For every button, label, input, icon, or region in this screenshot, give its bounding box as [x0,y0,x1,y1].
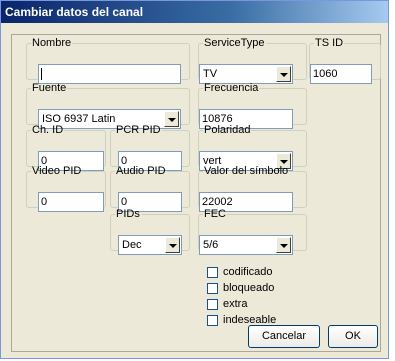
fuente-label: Fuente [32,82,67,94]
pcrpid-label: PCR PID [116,124,161,136]
servicetype-label: ServiceType [204,37,265,49]
pids-label: PIDs [116,208,140,220]
bloqueado-checkbox[interactable]: bloqueado [207,282,274,296]
chid-label: Ch. ID [32,124,64,136]
chevron-down-icon[interactable] [276,66,291,82]
frecuencia-label: Frecuencia [204,82,259,94]
ok-button[interactable]: OK [328,325,378,348]
codificado-checkbox[interactable]: codificado [207,266,273,280]
cancel-button[interactable]: Cancelar [248,325,320,348]
videopid-input[interactable]: 0 [38,192,104,212]
chevron-down-icon[interactable] [165,237,180,253]
title-bar: Cambiar datos del canal [1,1,388,23]
fec-select[interactable]: 5/6 [199,235,293,255]
polaridad-label: Polaridad [204,124,251,136]
checkbox-box[interactable] [207,315,218,326]
checkbox-box[interactable] [207,267,218,278]
valorsimbolo-label: Valor del símbolo [204,165,289,177]
tsid-input[interactable]: 1060 [310,64,372,84]
pids-select[interactable]: Dec [118,235,182,255]
nombre-input[interactable] [38,64,181,84]
extra-checkbox[interactable]: extra [207,298,247,312]
servicetype-select[interactable]: TV [199,64,293,84]
tsid-label: TS ID [315,37,344,49]
nombre-label: Nombre [32,37,72,49]
chevron-down-icon[interactable] [276,237,291,253]
audiopid-label: Audio PID [116,165,166,177]
text-caret [41,68,42,81]
dialog-window: Cambiar datos del canal Nombre ServiceTy… [0,0,389,359]
videopid-label: Video PID [32,165,82,177]
servicetype-value: TV [203,68,218,80]
form-panel: Nombre ServiceType TV TS ID 1060 Fuente … [11,34,381,352]
checkbox-box[interactable] [207,299,218,310]
pids-value: Dec [122,239,142,251]
checkbox-box[interactable] [207,283,218,294]
fec-value: 5/6 [203,239,219,251]
fec-label: FEC [204,208,226,220]
